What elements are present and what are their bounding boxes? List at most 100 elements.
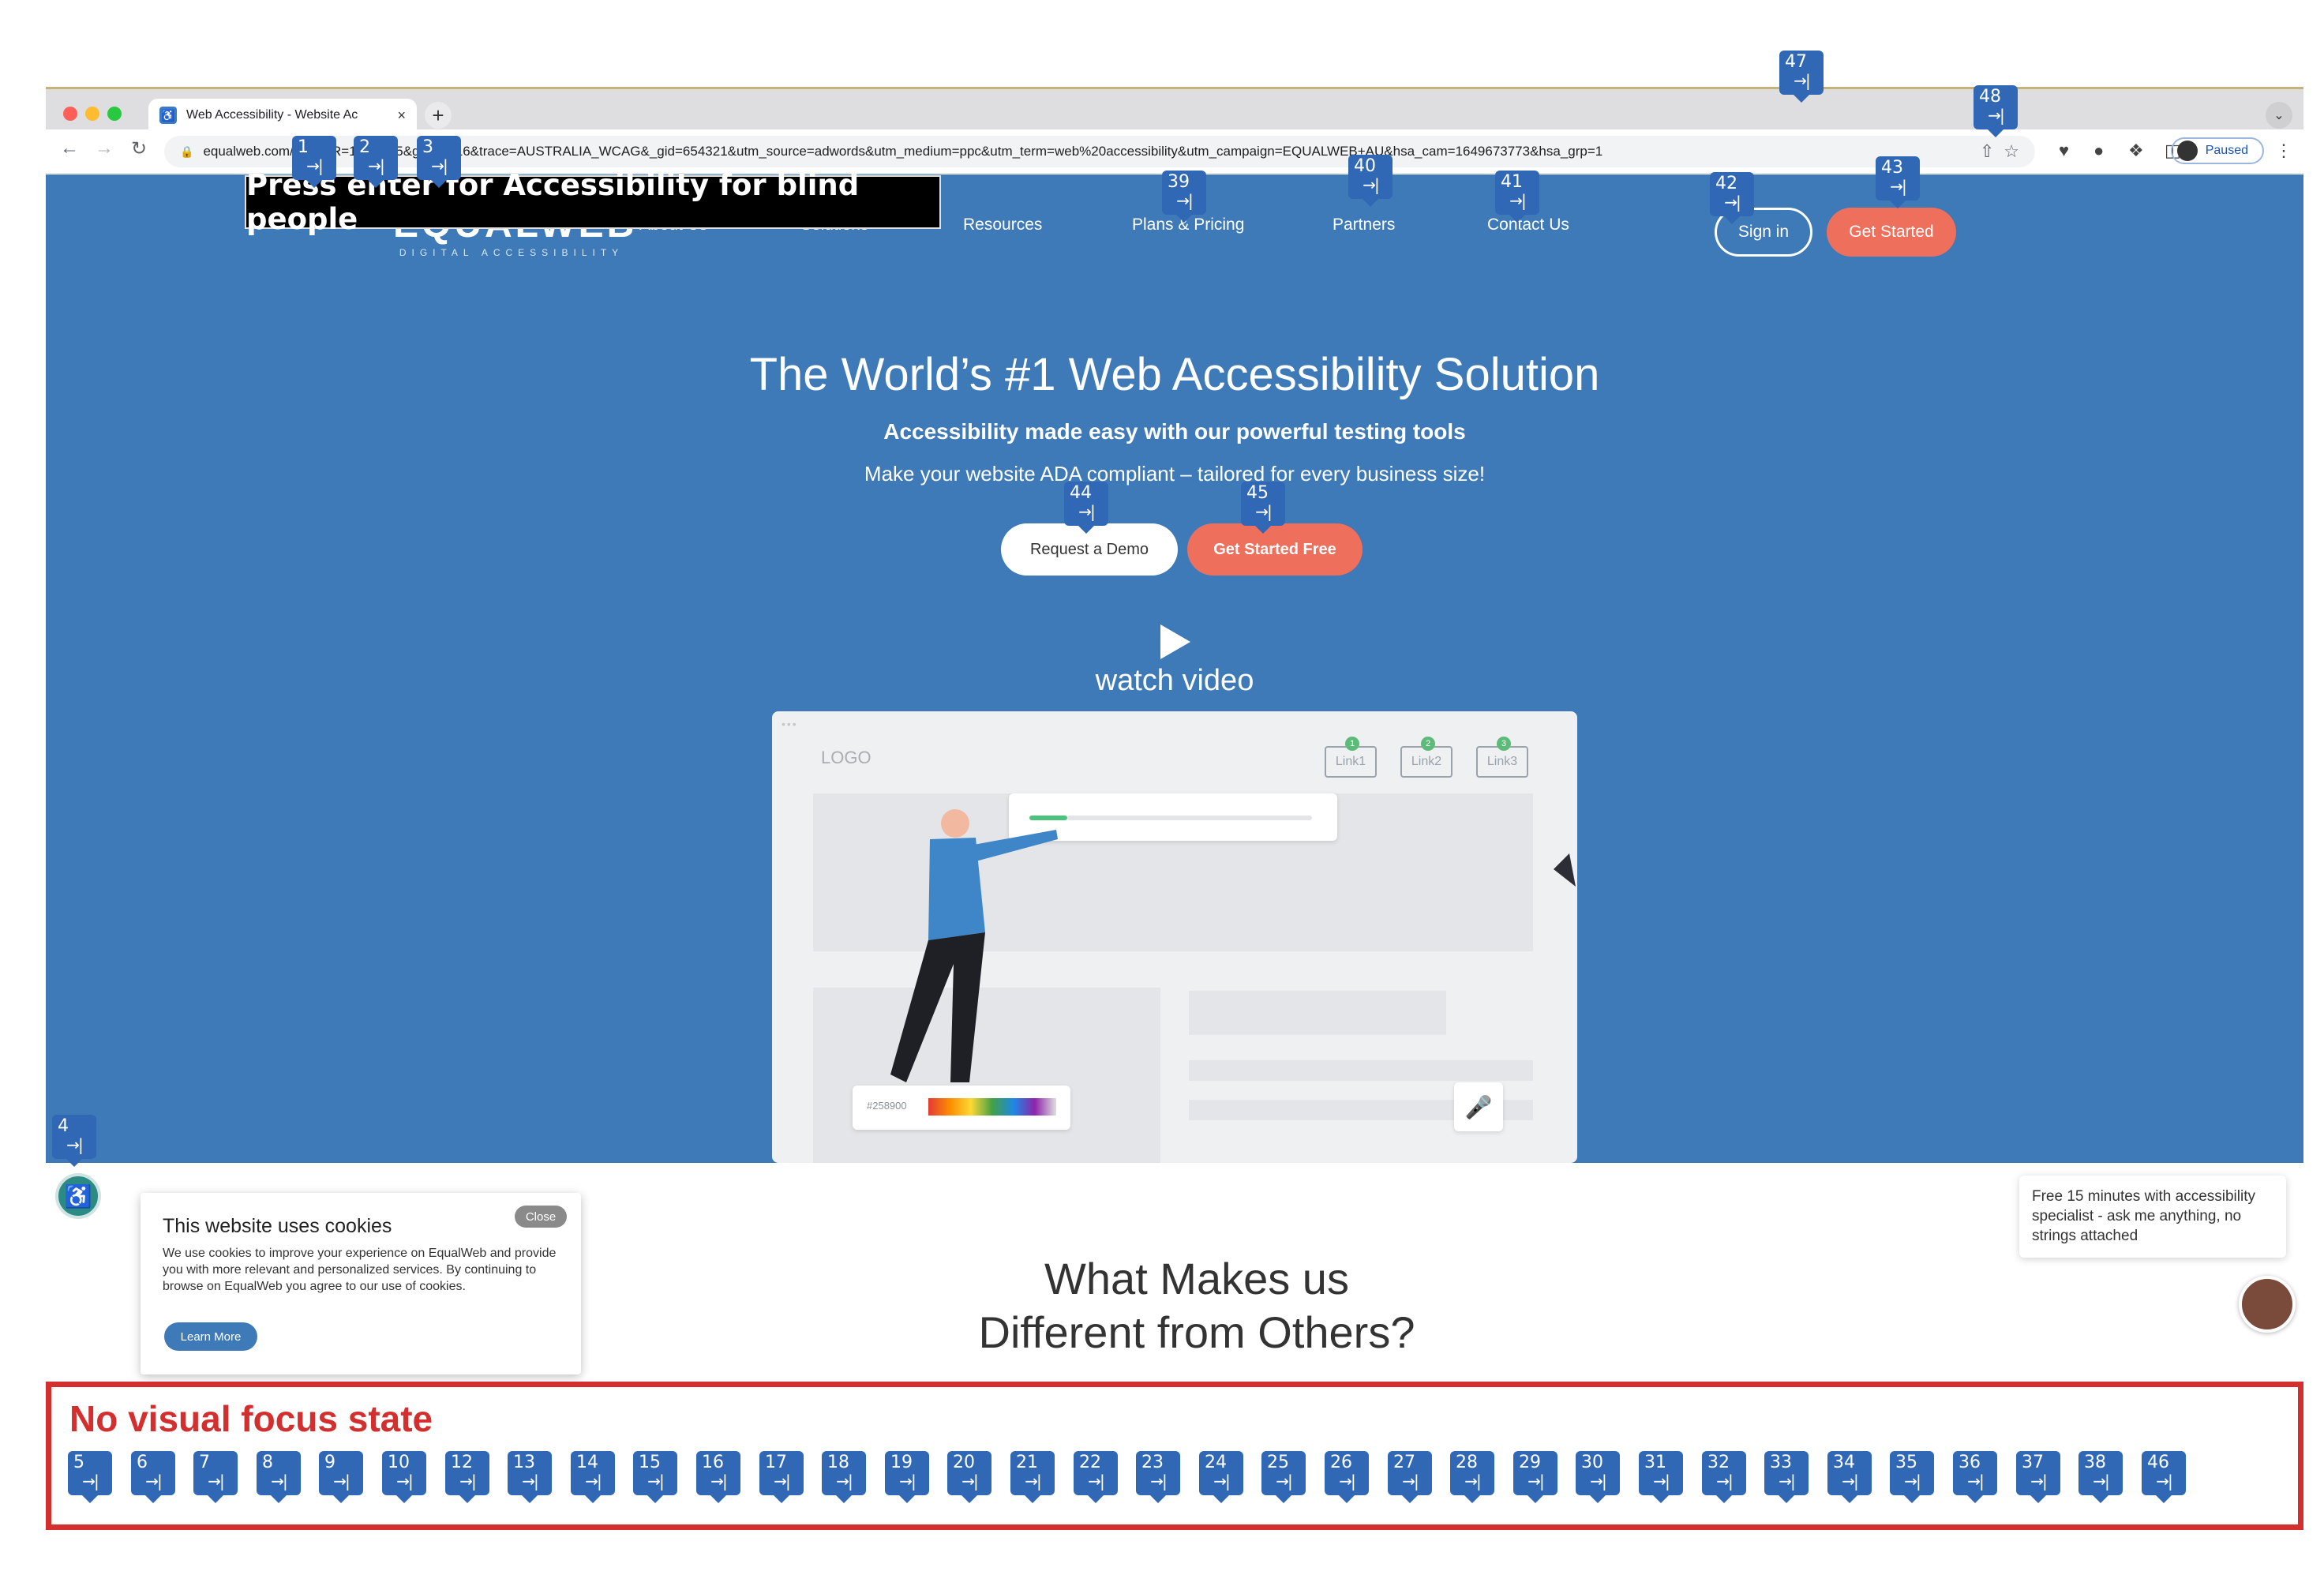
maximize-window-button[interactable] bbox=[107, 107, 122, 121]
tab-arrow-icon: →| bbox=[522, 1472, 539, 1491]
url-text: equalweb.com/?initialR=1&bp=85&gad=1116&… bbox=[203, 144, 1603, 159]
tab-order-number: 29 bbox=[1519, 1453, 1541, 1472]
tab-order-number: 40 bbox=[1354, 156, 1376, 176]
profile-status: Paused bbox=[2205, 144, 2248, 157]
tab-close-icon[interactable]: × bbox=[397, 107, 406, 124]
forward-arrow-icon[interactable]: → bbox=[90, 137, 118, 159]
tab-order-marker: 14 →| bbox=[571, 1451, 615, 1503]
accessibility-widget-button[interactable]: ♿ bbox=[55, 1173, 101, 1219]
tab-order-marker: 3 →| bbox=[417, 136, 461, 188]
new-tab-button[interactable]: + bbox=[425, 102, 452, 129]
tab-order-marker: 19 →| bbox=[885, 1451, 929, 1503]
tab-order-marker: 16 →| bbox=[696, 1451, 740, 1503]
tab-order-number: 1 bbox=[298, 137, 309, 157]
get-started-free-button[interactable]: Get Started Free bbox=[1187, 523, 1363, 576]
tab-order-marker: 9 →| bbox=[319, 1451, 363, 1503]
tab-order-number: 23 bbox=[1141, 1453, 1164, 1472]
bookmark-star-icon[interactable]: ☆ bbox=[2004, 141, 2019, 162]
tab-order-number: 31 bbox=[1644, 1453, 1666, 1472]
minimize-window-button[interactable] bbox=[85, 107, 99, 121]
tab-order-number: 20 bbox=[953, 1453, 975, 1472]
tab-order-marker: 34 →| bbox=[1827, 1451, 1872, 1503]
tab-order-marker: 40 →| bbox=[1348, 155, 1393, 207]
tab-arrow-icon: →| bbox=[774, 1472, 791, 1491]
tab-order-number: 21 bbox=[1016, 1453, 1038, 1472]
tab-bar: ♿ Web Accessibility - Website Ac × + ⌄ bbox=[46, 87, 2303, 132]
browser-window: ♿ Web Accessibility - Website Ac × + ⌄ ←… bbox=[46, 87, 2303, 1528]
tab-arrow-icon: →| bbox=[145, 1472, 163, 1491]
nav-resources[interactable]: Resources bbox=[963, 216, 1042, 234]
tab-order-marker: 30 →| bbox=[1576, 1451, 1620, 1503]
tab-order-marker: 1 →| bbox=[292, 136, 336, 188]
tab-arrow-icon: →| bbox=[1842, 1472, 1859, 1491]
tab-arrow-icon: →| bbox=[1890, 177, 1907, 196]
share-icon[interactable]: ⇧ bbox=[1980, 141, 1994, 162]
get-started-button[interactable]: Get Started bbox=[1827, 208, 1956, 257]
tab-order-number: 38 bbox=[2084, 1453, 2106, 1472]
tab-arrow-icon: →| bbox=[1363, 175, 1380, 194]
tab-order-number: 13 bbox=[513, 1453, 535, 1472]
close-window-button[interactable] bbox=[63, 107, 77, 121]
chat-prompt[interactable]: Free 15 minutes with accessibility speci… bbox=[2019, 1176, 2286, 1258]
browser-tab[interactable]: ♿ Web Accessibility - Website Ac × bbox=[148, 99, 417, 132]
tab-order-marker: 8 →| bbox=[257, 1451, 301, 1503]
tab-arrow-icon: →| bbox=[306, 156, 324, 175]
nav-contact-us[interactable]: Contact Us bbox=[1487, 216, 1569, 234]
avatar bbox=[2176, 141, 2198, 161]
section-title-line-2: Different from Others? bbox=[978, 1307, 1415, 1357]
chat-agent-avatar[interactable] bbox=[2239, 1276, 2296, 1333]
tab-order-marker: 13 →| bbox=[508, 1451, 552, 1503]
no-focus-state-title: No visual focus state bbox=[69, 1398, 433, 1439]
tab-arrow-icon: →| bbox=[1716, 1472, 1734, 1491]
tab-order-number: 8 bbox=[262, 1453, 273, 1472]
logo-tagline: DIGITAL ACCESSIBILITY bbox=[399, 247, 624, 258]
tab-arrow-icon: →| bbox=[1527, 1472, 1545, 1491]
tab-arrow-icon: →| bbox=[710, 1472, 728, 1491]
tab-order-number: 32 bbox=[1707, 1453, 1730, 1472]
tab-arrow-icon: →| bbox=[1025, 1472, 1042, 1491]
tab-order-number: 14 bbox=[576, 1453, 598, 1472]
reload-icon[interactable]: ↻ bbox=[125, 137, 153, 160]
cookie-title: This website uses cookies bbox=[163, 1215, 392, 1237]
tab-arrow-icon: →| bbox=[1794, 71, 1811, 90]
tab-arrow-icon: →| bbox=[208, 1472, 225, 1491]
tab-order-marker: 26 →| bbox=[1325, 1451, 1369, 1503]
tab-order-number: 5 bbox=[73, 1453, 84, 1472]
tab-order-number: 9 bbox=[324, 1453, 335, 1472]
tab-order-marker: 5 →| bbox=[68, 1451, 112, 1503]
hero-section: EQUALWEB DIGITAL ACCESSIBILITY About Us … bbox=[46, 174, 2303, 1163]
tab-arrow-icon: →| bbox=[1967, 1472, 1985, 1491]
watch-video-link[interactable]: watch video bbox=[46, 664, 2303, 698]
chevron-down-icon[interactable]: ⌄ bbox=[2266, 102, 2292, 129]
tab-order-marker: 38 →| bbox=[2078, 1451, 2123, 1503]
person-megaphone-figure bbox=[1554, 853, 1576, 887]
tab-order-marker: 45 →| bbox=[1241, 482, 1285, 534]
tab-order-marker: 42 →| bbox=[1710, 172, 1754, 224]
extension-heart-icon[interactable]: ♥ bbox=[2059, 141, 2069, 161]
tab-order-marker: 6 →| bbox=[131, 1451, 175, 1503]
tab-order-number: 37 bbox=[2022, 1453, 2044, 1472]
tab-order-number: 25 bbox=[1267, 1453, 1289, 1472]
puzzle-icon[interactable]: ❖ bbox=[2128, 141, 2144, 161]
tab-order-number: 6 bbox=[137, 1453, 148, 1472]
tab-order-marker: 33 →| bbox=[1764, 1451, 1809, 1503]
tab-order-number: 27 bbox=[1393, 1453, 1415, 1472]
cookie-close-button[interactable]: Close bbox=[515, 1206, 567, 1228]
tab-order-marker: 15 →| bbox=[633, 1451, 677, 1503]
tab-order-number: 47 bbox=[1785, 52, 1807, 72]
tab-arrow-icon: →| bbox=[368, 156, 385, 175]
web-page: EQUALWEB DIGITAL ACCESSIBILITY About Us … bbox=[46, 174, 2303, 1528]
hero-illustration: ••• LOGO 1 Link1 2 Link2 3 Link3 #258900… bbox=[772, 711, 1577, 1163]
tab-order-marker: 47 →| bbox=[1779, 51, 1824, 103]
kebab-menu-icon[interactable]: ⋮ bbox=[2275, 141, 2292, 161]
tab-arrow-icon: →| bbox=[1904, 1472, 1921, 1491]
tab-arrow-icon: →| bbox=[1653, 1472, 1670, 1491]
back-arrow-icon[interactable]: ← bbox=[55, 137, 84, 159]
tab-order-marker: 36 →| bbox=[1953, 1451, 1997, 1503]
tab-order-marker: 48 →| bbox=[1974, 85, 2018, 137]
camera-icon[interactable]: ● bbox=[2093, 141, 2104, 161]
play-icon[interactable] bbox=[1160, 624, 1190, 659]
profile-chip[interactable]: Paused bbox=[2170, 137, 2264, 164]
nav-partners[interactable]: Partners bbox=[1333, 216, 1395, 234]
tab-arrow-icon: →| bbox=[647, 1472, 665, 1491]
